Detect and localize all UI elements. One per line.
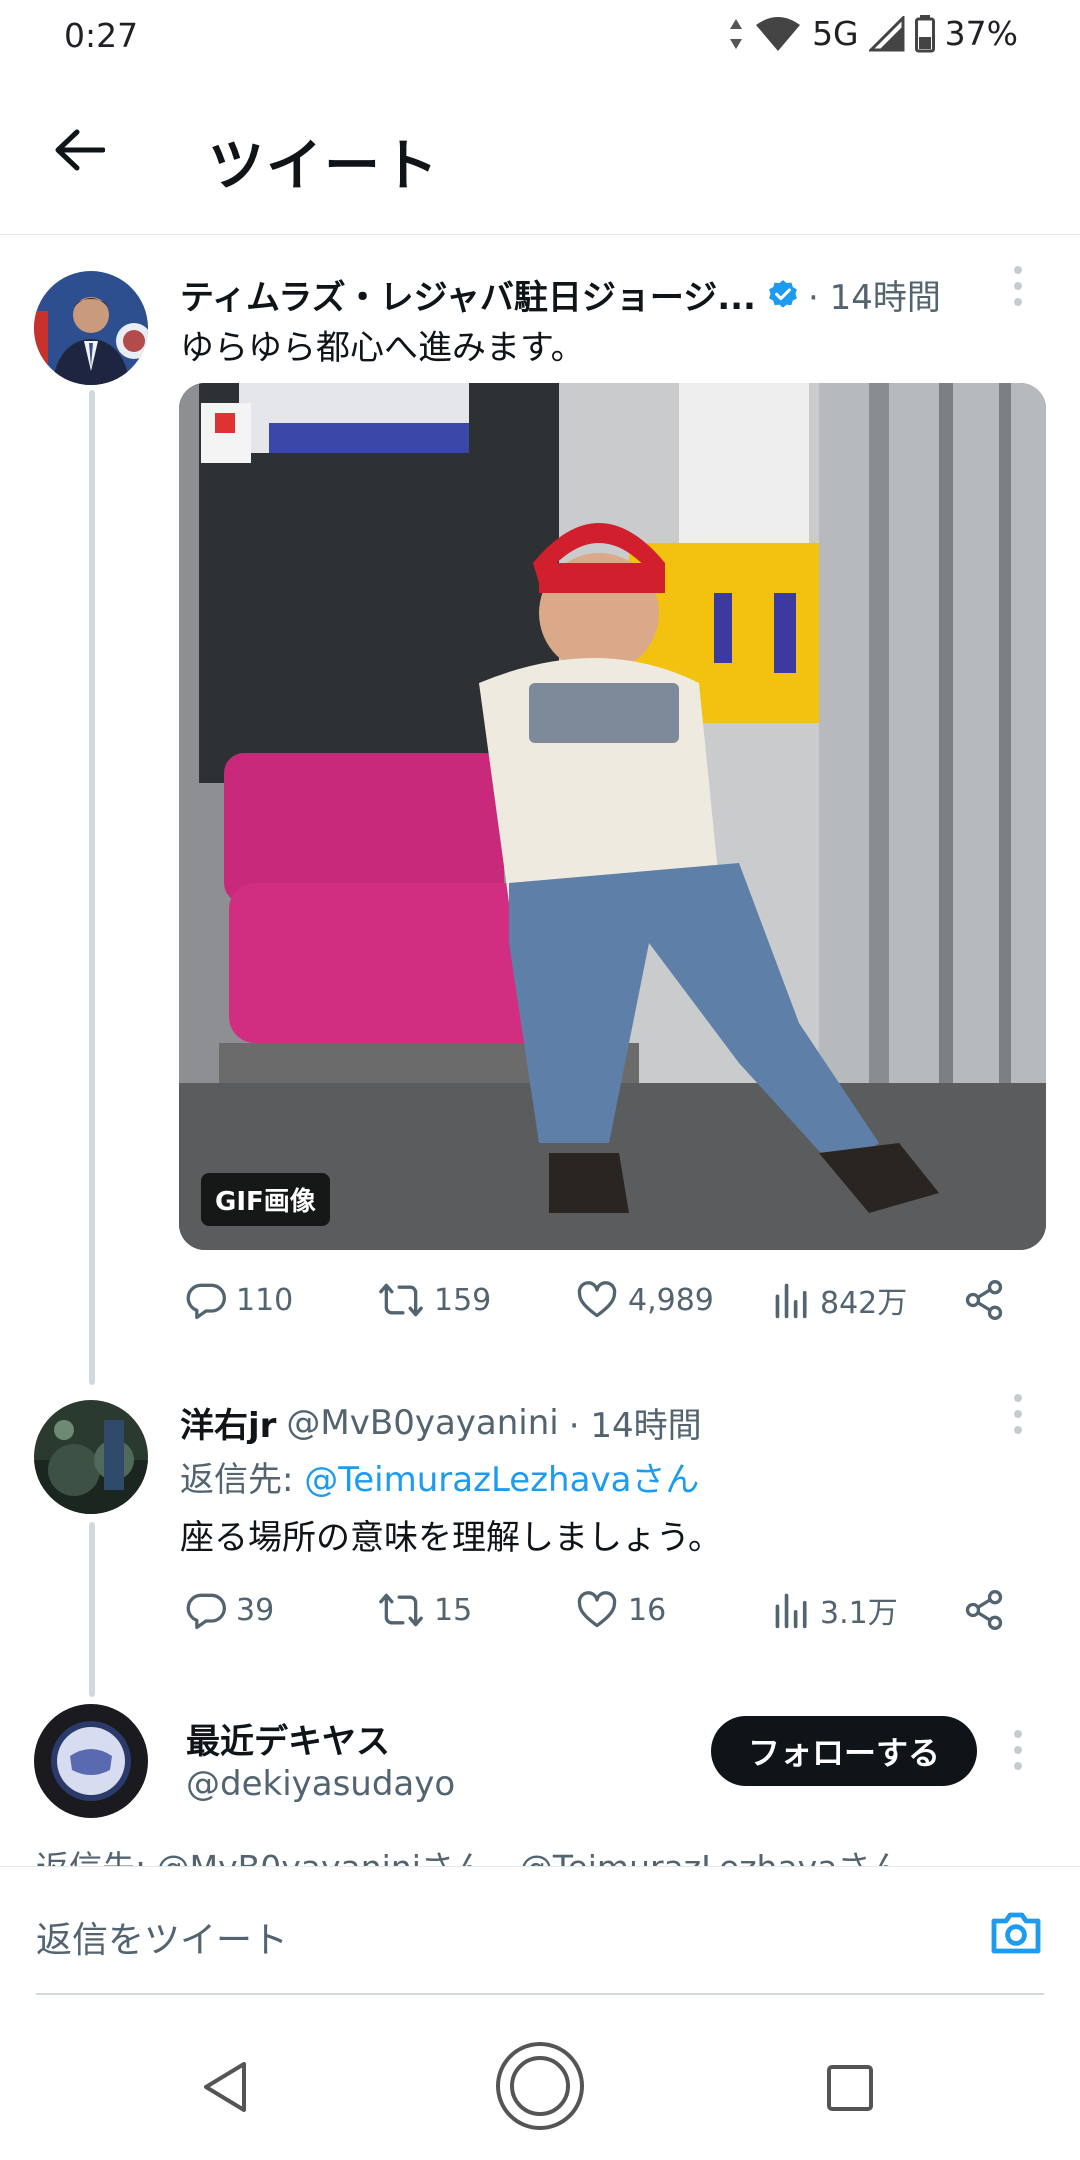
thread-line — [89, 1522, 95, 1697]
heart-icon — [577, 1591, 617, 1628]
heart-icon — [577, 1281, 617, 1318]
views-button[interactable]: 3.1万 — [772, 1588, 898, 1632]
reply-icon — [186, 1593, 226, 1630]
retweet-icon — [379, 1283, 423, 1317]
reply-button[interactable]: 39 — [184, 1588, 274, 1632]
display-name[interactable]: 最近デキヤス — [186, 1714, 390, 1763]
tweet-media[interactable]: GIF画像 — [179, 383, 1046, 1250]
tweet-header: 最近デキヤス — [186, 1714, 390, 1763]
display-name[interactable]: 洋右jr — [180, 1398, 276, 1447]
status-bar: 0:27 5G 37% — [0, 0, 1080, 75]
status-time: 0:27 — [64, 16, 139, 55]
reply-input[interactable]: 返信をツイート — [36, 1911, 288, 1963]
tweet-text: ゆらゆら都心へ進みます。 — [180, 328, 585, 368]
camera-icon[interactable] — [988, 1905, 1044, 1961]
avatar[interactable] — [34, 1704, 148, 1818]
like-button[interactable]: 16 — [574, 1588, 666, 1632]
views-button[interactable]: 842万 — [772, 1278, 907, 1322]
reply-to-link[interactable]: @TeimurazLezhavaさん — [304, 1460, 699, 1500]
retweet-icon — [379, 1593, 423, 1627]
reply-context: 返信先: @TeimurazLezhavaさん — [180, 1452, 699, 1501]
views-icon — [775, 1593, 807, 1629]
status-icons: 5G 37% — [728, 14, 1018, 53]
avatar[interactable] — [34, 271, 148, 385]
battery-icon — [914, 14, 935, 52]
avatar[interactable] — [34, 1400, 148, 1514]
signal-icon — [868, 15, 905, 51]
nav-recents-icon[interactable] — [826, 2064, 874, 2112]
reply-composer: 返信をツイート — [0, 1866, 1080, 1996]
more-options-button[interactable] — [998, 256, 1038, 316]
reply-underline — [36, 1993, 1044, 1995]
page-title: ツイート — [208, 134, 440, 199]
battery-percent: 37% — [944, 14, 1018, 53]
gif-badge: GIF画像 — [201, 1173, 330, 1226]
share-icon — [965, 1280, 1003, 1320]
like-count: 16 — [628, 1592, 667, 1628]
like-button[interactable]: 4,989 — [574, 1278, 714, 1322]
tweet-actions: 110 159 4,989 842万 — [180, 1278, 1020, 1338]
retweet-count: 15 — [434, 1592, 473, 1628]
system-nav-bar — [0, 2000, 1080, 2160]
reply-icon — [186, 1283, 226, 1320]
partial-reply-context: 返信先: @MvB0yayaniniさん、@TeimurazLezhavaさん — [36, 1848, 904, 1868]
retweet-count: 159 — [434, 1282, 492, 1318]
tweet-time: · 14時間 — [568, 1406, 702, 1446]
reply-count: 39 — [236, 1592, 275, 1628]
tweet-actions: 39 15 16 3.1万 — [180, 1588, 1020, 1648]
views-icon — [775, 1283, 807, 1319]
more-options-button[interactable] — [998, 1720, 1038, 1780]
views-count: 3.1万 — [820, 1596, 898, 1631]
wifi-icon — [756, 16, 801, 51]
share-button[interactable] — [962, 1588, 1006, 1632]
verified-badge-icon — [769, 279, 797, 308]
thread-line — [89, 390, 95, 1385]
tweet-time: · 14時間 — [807, 278, 941, 318]
retweet-button[interactable]: 15 — [376, 1588, 472, 1632]
user-handle-row: @dekiyasudayo — [186, 1764, 455, 1804]
back-button[interactable] — [44, 115, 114, 185]
like-count: 4,989 — [628, 1282, 714, 1318]
user-handle[interactable]: @MvB0yayanini — [286, 1403, 558, 1443]
share-button[interactable] — [962, 1278, 1006, 1322]
tweet-header: 洋右jr @MvB0yayanini · 14時間 — [180, 1398, 702, 1447]
follow-button[interactable]: フォローする — [711, 1716, 977, 1786]
data-arrows-icon — [730, 18, 743, 49]
share-icon — [965, 1590, 1003, 1630]
train-photo-image — [179, 383, 1046, 1250]
views-count: 842万 — [820, 1286, 908, 1321]
reply-button[interactable]: 110 — [184, 1278, 293, 1322]
user-handle[interactable]: @dekiyasudayo — [186, 1764, 455, 1804]
top-app-bar: ツイート — [0, 75, 1080, 235]
retweet-button[interactable]: 159 — [376, 1278, 491, 1322]
tweet-header: ティムラズ・レジャバ駐日ジョージ... · 14時間 — [180, 270, 941, 319]
reply-count: 110 — [236, 1282, 294, 1318]
nav-back-icon[interactable] — [200, 2060, 250, 2114]
display-name[interactable]: ティムラズ・レジャバ駐日ジョージ... — [180, 270, 756, 319]
network-label: 5G — [812, 14, 859, 53]
arrow-left-icon — [55, 129, 105, 171]
more-options-button[interactable] — [998, 1384, 1038, 1444]
reply-prefix: 返信先: — [180, 1460, 305, 1500]
tweet-text: 座る場所の意味を理解しましょう。 — [180, 1518, 722, 1558]
nav-home-icon[interactable] — [494, 2040, 586, 2132]
